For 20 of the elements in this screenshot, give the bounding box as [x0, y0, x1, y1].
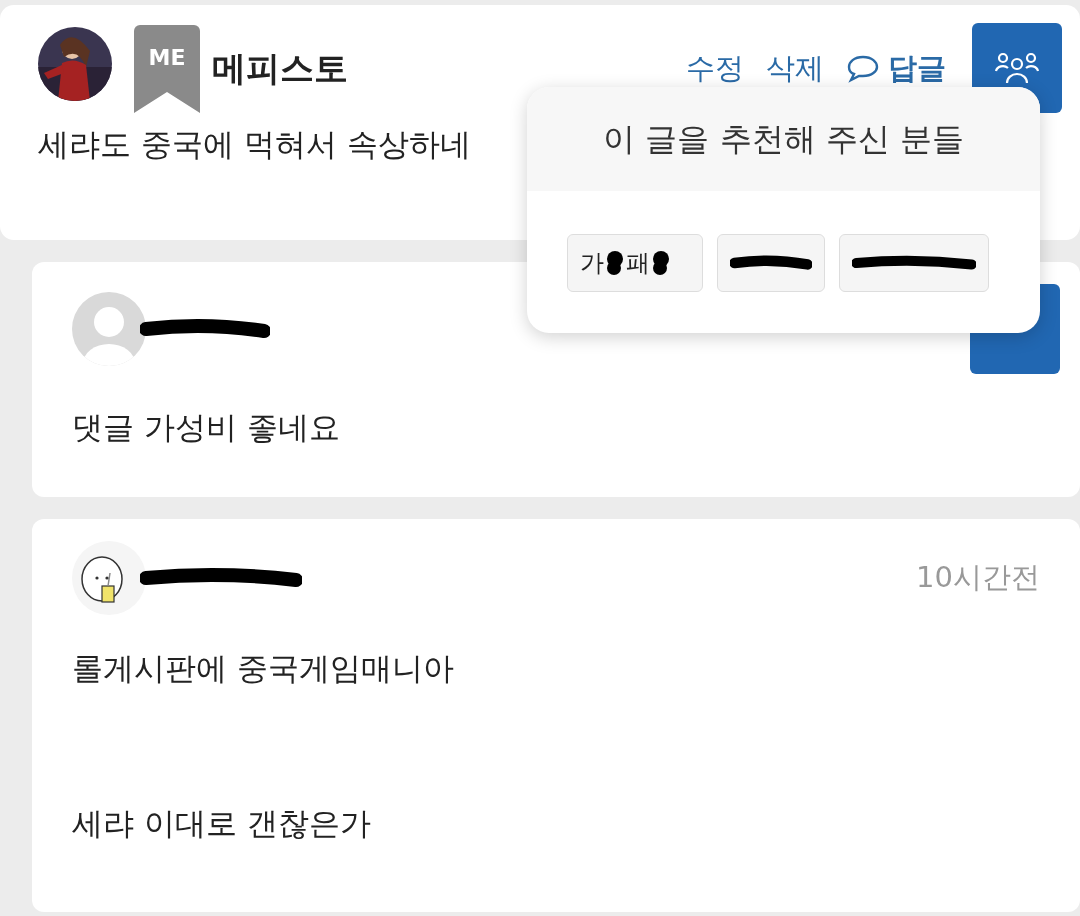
- post-text: 세랴도 중국에 먹혀서 속상하네: [38, 125, 471, 164]
- me-bookmark-badge: ME: [134, 25, 200, 113]
- user-chip[interactable]: 가 패: [567, 234, 703, 292]
- comment-text: 댓글 가성비 좋네요: [72, 408, 341, 447]
- speech-bubble-icon: [846, 53, 880, 84]
- action-link[interactable]: 수정: [686, 47, 744, 91]
- action-link[interactable]: 삭제: [766, 47, 824, 91]
- user-chip[interactable]: [839, 234, 989, 292]
- author-name: 메피스토: [212, 47, 348, 90]
- comment-text: 롤게시판에 중국게임매니아: [72, 649, 455, 688]
- user-name: 패: [626, 248, 650, 279]
- redaction-mark: [604, 250, 626, 276]
- reply-link[interactable]: 답글: [846, 47, 946, 91]
- people-icon: [994, 51, 1040, 85]
- timestamp: 10시간전: [916, 559, 1040, 597]
- user-name: 가: [580, 248, 604, 279]
- user-chip[interactable]: [717, 234, 825, 292]
- popup-title: 이 글을 추천해 주신 분들: [603, 119, 964, 160]
- comment-text: 세랴 이대로 갠찮은가: [72, 803, 372, 843]
- redaction-mark: [650, 250, 672, 276]
